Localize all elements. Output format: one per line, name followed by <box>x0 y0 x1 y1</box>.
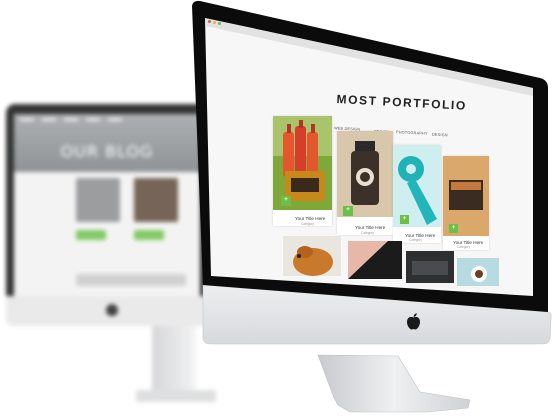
portfolio-card[interactable]: + Your Title Here Category <box>273 116 332 226</box>
card-category: Category <box>409 238 422 242</box>
portfolio-card[interactable]: + Your Title Here Category <box>443 156 489 250</box>
cup-image <box>471 266 487 282</box>
keyboard-image <box>412 261 448 275</box>
portfolio-image-tape <box>393 145 441 227</box>
card-title: Your Title Here <box>355 225 386 230</box>
front-imac: MOST PORTFOLIO ALL WEB DESIGN PRINTS PHO… <box>0 0 555 418</box>
portfolio-image-dog[interactable] <box>283 236 341 276</box>
portfolio-card[interactable]: + Your Title Here Category <box>337 131 393 235</box>
dog-image <box>293 246 333 276</box>
portfolio-image-keyboard[interactable] <box>406 251 454 283</box>
website-page: MOST PORTFOLIO ALL WEB DESIGN PRINTS PHO… <box>0 0 555 418</box>
card-title: Your Title Here <box>295 216 326 221</box>
plus-icon[interactable]: + <box>400 215 409 224</box>
plus-icon[interactable]: + <box>449 224 458 233</box>
window-maximize-icon[interactable] <box>218 22 221 25</box>
card-category: Category <box>361 231 374 235</box>
card-category: Category <box>457 245 470 249</box>
window-minimize-icon[interactable] <box>213 21 216 24</box>
paper-image <box>348 241 402 279</box>
window-close-icon[interactable] <box>208 20 211 23</box>
apple-logo-icon <box>406 313 421 330</box>
apple-logo-svg <box>407 313 420 330</box>
portfolio-image-cup[interactable] <box>457 258 499 286</box>
portfolio-image-jar <box>337 131 393 217</box>
portfolio-card[interactable]: + Your Title Here Category <box>393 145 441 243</box>
portfolio-image-bottles <box>273 116 332 210</box>
plus-icon[interactable]: + <box>281 196 291 206</box>
portfolio-image-paper[interactable] <box>348 241 402 279</box>
plus-icon[interactable]: + <box>343 206 353 216</box>
portfolio-title: MOST PORTFOLIO <box>336 92 468 113</box>
portfolio-image-box <box>443 156 489 236</box>
filter-photography[interactable]: PHOTOGRAPHY <box>396 130 428 136</box>
card-category: Category <box>301 222 314 226</box>
filter-design[interactable]: DESIGN <box>432 133 448 138</box>
